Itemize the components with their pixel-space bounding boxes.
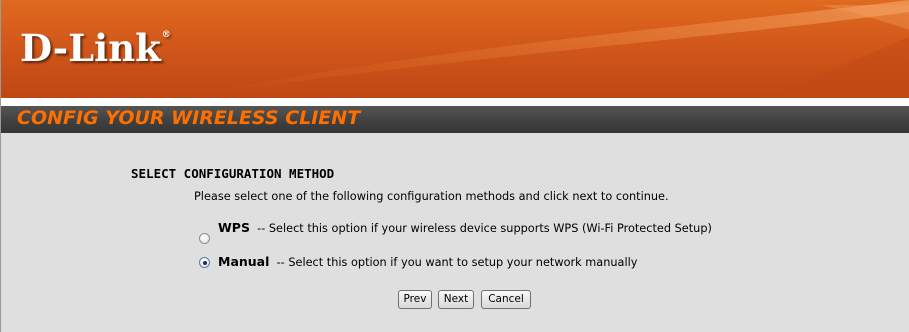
- logo-text: D-Link: [20, 26, 161, 70]
- next-button[interactable]: Next: [438, 290, 474, 309]
- header-separator: [1, 98, 909, 106]
- section-title: SELECT CONFIGURATION METHOD: [131, 166, 335, 181]
- wps-option-name: WPS: [218, 220, 250, 235]
- instructions-text: Please select one of the following confi…: [194, 190, 669, 203]
- cancel-button[interactable]: Cancel: [481, 290, 531, 309]
- manual-radio[interactable]: [199, 257, 210, 268]
- page-title-bar: CONFIG YOUR WIRELESS CLIENT: [1, 106, 909, 133]
- page-title: CONFIG YOUR WIRELESS CLIENT: [17, 107, 361, 129]
- main-content: SELECT CONFIGURATION METHOD Please selec…: [1, 133, 909, 332]
- manual-option-name: Manual: [218, 254, 270, 269]
- manual-option-text: Manual -- Select this option if you want…: [218, 254, 718, 269]
- logo-registered-mark: ®: [161, 30, 171, 40]
- radio-selected-dot: [203, 261, 207, 265]
- manual-option-description: -- Select this option if you want to set…: [276, 256, 638, 269]
- wps-option-description: -- Select this option if your wireless d…: [257, 222, 712, 235]
- header-banner: D-Link®: [1, 0, 909, 98]
- dlink-logo: D-Link®: [20, 26, 171, 70]
- prev-button[interactable]: Prev: [398, 290, 432, 309]
- wps-radio[interactable]: [199, 233, 210, 244]
- wps-option-text: WPS -- Select this option if your wirele…: [218, 220, 718, 235]
- page: D-Link® CONFIG YOUR WIRELESS CLIENT SELE…: [0, 0, 909, 332]
